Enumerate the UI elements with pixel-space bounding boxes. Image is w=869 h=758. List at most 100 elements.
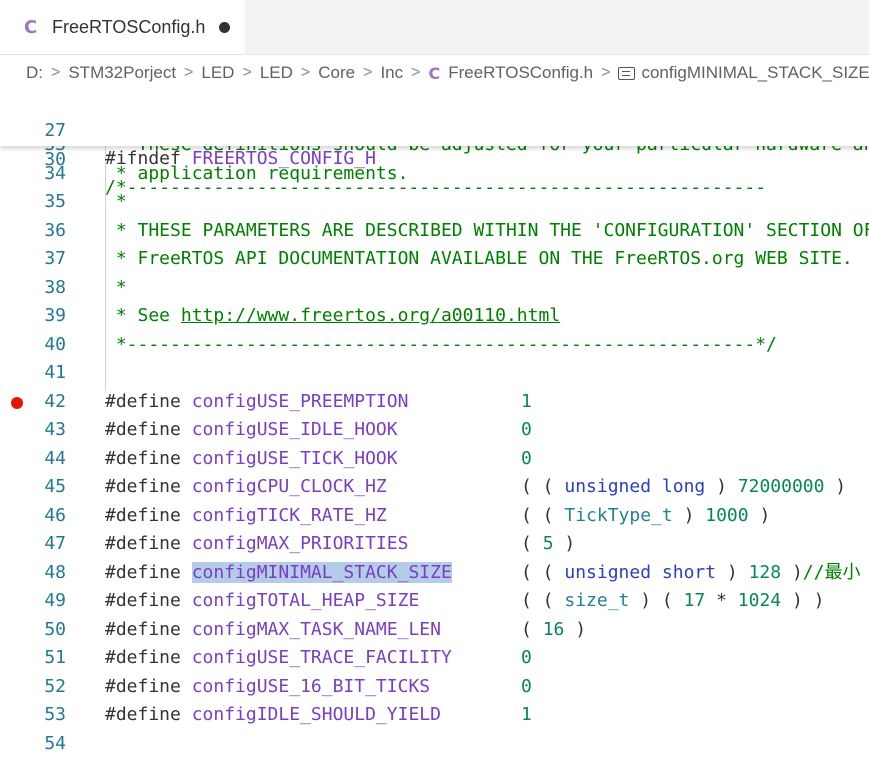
paren: ( (: [521, 476, 565, 497]
preprocessor-keyword: #define: [105, 476, 181, 497]
sticky-line[interactable]: 30 /*-----------------------------------…: [0, 117, 869, 199]
chevron-right-icon: >: [300, 64, 311, 81]
breadcrumb-item[interactable]: Core: [318, 63, 355, 83]
code-line[interactable]: 37 * FreeRTOS API DOCUMENTATION AVAILABL…: [0, 245, 869, 274]
paren: ( (: [521, 504, 565, 526]
macro-name: configUSE_PREEMPTION: [191, 390, 409, 412]
macro-value: 1: [521, 390, 532, 412]
paren: ) (: [629, 590, 684, 611]
macro-name: FREERTOS_CONFIG_H: [191, 148, 376, 169]
macro-value: 0: [521, 647, 532, 668]
number-literal: 72000000: [737, 476, 825, 497]
macro-name: configUSE_TRACE_FACILITY: [191, 647, 452, 668]
tab-title: FreeRTOSConfig.h: [52, 16, 206, 37]
paren: ): [553, 533, 576, 554]
sticky-line[interactable]: 27 #ifndef FREERTOS_CONFIG_H: [0, 88, 869, 170]
line-number: 53: [44, 704, 66, 725]
preprocessor-keyword: #define: [105, 447, 181, 469]
paren: ): [564, 618, 587, 640]
line-number: 39: [44, 305, 66, 326]
chevron-right-icon: >: [51, 64, 61, 81]
preprocessor-keyword: #define: [105, 618, 181, 640]
code-line[interactable]: 54: [0, 730, 869, 758]
number-literal: 1024: [737, 590, 782, 611]
breadcrumb-item[interactable]: LED: [201, 63, 234, 83]
code-line[interactable]: 43 #define configUSE_IDLE_HOOK 0: [0, 416, 869, 445]
line-number: 46: [44, 504, 66, 526]
code-line[interactable]: 40 *------------------------------------…: [0, 331, 869, 360]
preprocessor-keyword: #define: [105, 704, 181, 725]
c-file-icon: C: [24, 16, 38, 38]
macro-name: configUSE_16_BIT_TICKS: [191, 675, 431, 697]
paren: ( (: [521, 561, 565, 583]
code-line[interactable]: 51 #define configUSE_TRACE_FACILITY 0: [0, 644, 869, 673]
line-number: 54: [44, 732, 66, 754]
breadcrumb-symbol[interactable]: configMINIMAL_STACK_SIZE: [641, 63, 869, 83]
code-line[interactable]: 38 *: [0, 274, 869, 303]
code-line[interactable]: 39 * See http://www.freertos.org/a00110.…: [0, 302, 869, 331]
code-line[interactable]: 42 #define configUSE_PREEMPTION 1: [0, 388, 869, 417]
paren: ) ): [781, 590, 825, 611]
comment-link[interactable]: http://www.freertos.org/a00110.html: [181, 305, 560, 326]
line-number: 45: [44, 476, 66, 497]
macro-value: 0: [521, 675, 532, 697]
code-line[interactable]: 52 #define configUSE_16_BIT_TICKS 0: [0, 673, 869, 702]
preprocessor-keyword: #define: [105, 590, 181, 611]
code-line[interactable]: 53 #define configIDLE_SHOULD_YIELD 1: [0, 701, 869, 730]
line-number: 42: [44, 390, 66, 412]
code-line[interactable]: 44 #define configUSE_TICK_HOOK 0: [0, 445, 869, 474]
code-line[interactable]: 47 #define configMAX_PRIORITIES ( 5 ): [0, 530, 869, 559]
breadcrumb-item[interactable]: D:: [26, 63, 43, 83]
macro-name: configCPU_CLOCK_HZ: [191, 476, 387, 497]
number-literal: 1000: [705, 504, 749, 526]
preprocessor-keyword: #define: [105, 533, 181, 554]
code-line[interactable]: 50 #define configMAX_TASK_NAME_LEN ( 16 ): [0, 616, 869, 645]
line-number: 44: [44, 447, 66, 469]
preprocessor-keyword: #define: [105, 647, 181, 668]
preprocessor-keyword: #define: [105, 675, 181, 697]
code-line[interactable]: 48 #define configMINIMAL_STACK_SIZE ( ( un…: [0, 559, 869, 588]
code-line[interactable]: 41: [0, 359, 869, 388]
preprocessor-keyword: #define: [105, 504, 181, 526]
line-number: 43: [44, 419, 66, 440]
macro-value: 0: [521, 447, 532, 469]
code-line[interactable]: 36 * THESE PARAMETERS ARE DESCRIBED WITH…: [0, 217, 869, 246]
comment-text: * THESE PARAMETERS ARE DESCRIBED WITHIN …: [105, 219, 869, 241]
breadcrumb-file[interactable]: FreeRTOSConfig.h: [448, 63, 593, 83]
number-literal: 5: [542, 533, 554, 554]
paren: ): [824, 476, 847, 497]
macro-name-selected: configMINIMAL_STACK_SIZE: [191, 561, 452, 583]
comment-text: *---------------------------------------…: [105, 333, 777, 355]
macro-value: 0: [521, 419, 532, 440]
breadcrumb-item[interactable]: LED: [260, 63, 293, 83]
comment-text: * See: [105, 305, 181, 326]
unsaved-dot-icon[interactable]: [219, 21, 231, 33]
code-line[interactable]: 49 #define configTOTAL_HEAP_SIZE ( ( size_…: [0, 587, 869, 616]
code-line[interactable]: 45 #define configCPU_CLOCK_HZ ( ( unsigned…: [0, 473, 869, 502]
chevron-right-icon: >: [363, 64, 373, 81]
inline-comment: //最小: [802, 561, 861, 583]
code-line[interactable]: 46 #define configTICK_RATE_HZ ( ( TickType…: [0, 502, 869, 531]
paren: ( (: [521, 590, 565, 611]
macro-value: 1: [521, 704, 532, 725]
breadcrumb-item[interactable]: Inc: [380, 63, 403, 83]
line-number: 49: [44, 590, 66, 611]
chevron-right-icon: >: [411, 64, 421, 81]
number-literal: 16: [542, 618, 565, 640]
code-editor[interactable]: 33 * These definitions should be adjuste…: [0, 88, 869, 758]
comment-text: * FreeRTOS API DOCUMENTATION AVAILABLE O…: [105, 248, 853, 269]
sticky-scroll-header[interactable]: 27 #ifndef FREERTOS_CONFIG_H 30 /*------…: [0, 88, 869, 199]
type-name: TickType_t: [564, 504, 673, 526]
number-literal: 128: [748, 561, 782, 583]
operator: *: [705, 590, 738, 611]
paren: ): [716, 561, 749, 583]
line-number: 40: [44, 333, 66, 355]
macro-name: configMAX_PRIORITIES: [191, 533, 409, 554]
line-number: 41: [44, 362, 66, 383]
symbol-constant-icon: [618, 66, 636, 80]
breadcrumb-item[interactable]: STM32Porject: [68, 63, 176, 83]
line-number: 30: [44, 148, 66, 170]
tab-freertosconfig[interactable]: C FreeRTOSConfig.h: [0, 0, 245, 54]
line-number: 50: [44, 618, 66, 640]
macro-name: configTOTAL_HEAP_SIZE: [191, 590, 420, 611]
